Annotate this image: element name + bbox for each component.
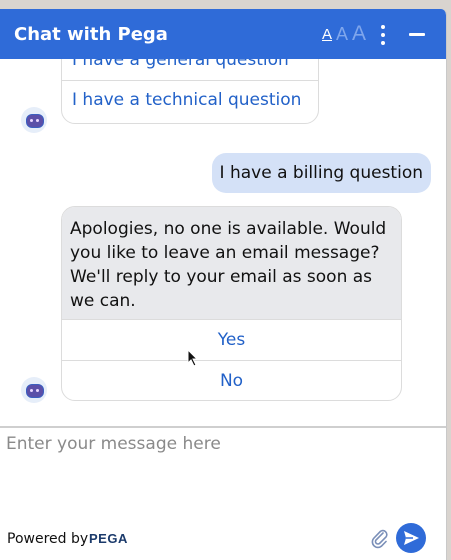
kebab-icon[interactable] bbox=[376, 23, 390, 47]
user-message-bubble: I have a billing question bbox=[212, 153, 431, 193]
option-label: I have a general question bbox=[72, 59, 289, 70]
powered-by-label: Powered by bbox=[7, 531, 89, 547]
quick-reply-options: I have a general question I have a techn… bbox=[61, 59, 319, 124]
paperclip-icon[interactable] bbox=[371, 529, 389, 549]
minimize-icon[interactable] bbox=[404, 21, 430, 47]
chat-title: Chat with Pega bbox=[14, 24, 168, 45]
user-message-text: I have a billing question bbox=[219, 163, 423, 183]
font-size-small-button[interactable]: A bbox=[322, 26, 332, 43]
chat-footer: Powered by PEGA bbox=[0, 518, 446, 560]
bot-message-card: Apologies, no one is available. Would yo… bbox=[61, 206, 402, 401]
chat-widget: Chat with Pega A A A I have a general qu… bbox=[0, 9, 447, 560]
option-technical-question[interactable]: I have a technical question bbox=[62, 81, 318, 123]
bot-message-text: Apologies, no one is available. Would yo… bbox=[70, 219, 387, 311]
no-button[interactable]: No bbox=[62, 360, 401, 400]
message-input[interactable] bbox=[0, 428, 446, 518]
yes-button[interactable]: Yes bbox=[62, 319, 401, 360]
option-label: I have a technical question bbox=[72, 90, 302, 110]
bot-message-bubble: Apologies, no one is available. Would yo… bbox=[62, 207, 401, 320]
message-list[interactable]: I have a general question I have a techn… bbox=[0, 59, 446, 426]
bot-avatar-icon bbox=[21, 107, 47, 133]
send-icon bbox=[404, 531, 419, 545]
send-button[interactable] bbox=[396, 523, 426, 553]
font-size-medium-button[interactable]: A bbox=[336, 24, 348, 45]
font-size-large-button[interactable]: A bbox=[352, 22, 366, 46]
chat-header: Chat with Pega A A A bbox=[0, 9, 446, 59]
pega-logo: PEGA bbox=[89, 531, 128, 546]
bot-avatar-icon bbox=[21, 377, 47, 403]
option-general-question[interactable]: I have a general question bbox=[62, 59, 318, 81]
mouse-cursor-icon bbox=[187, 349, 199, 367]
